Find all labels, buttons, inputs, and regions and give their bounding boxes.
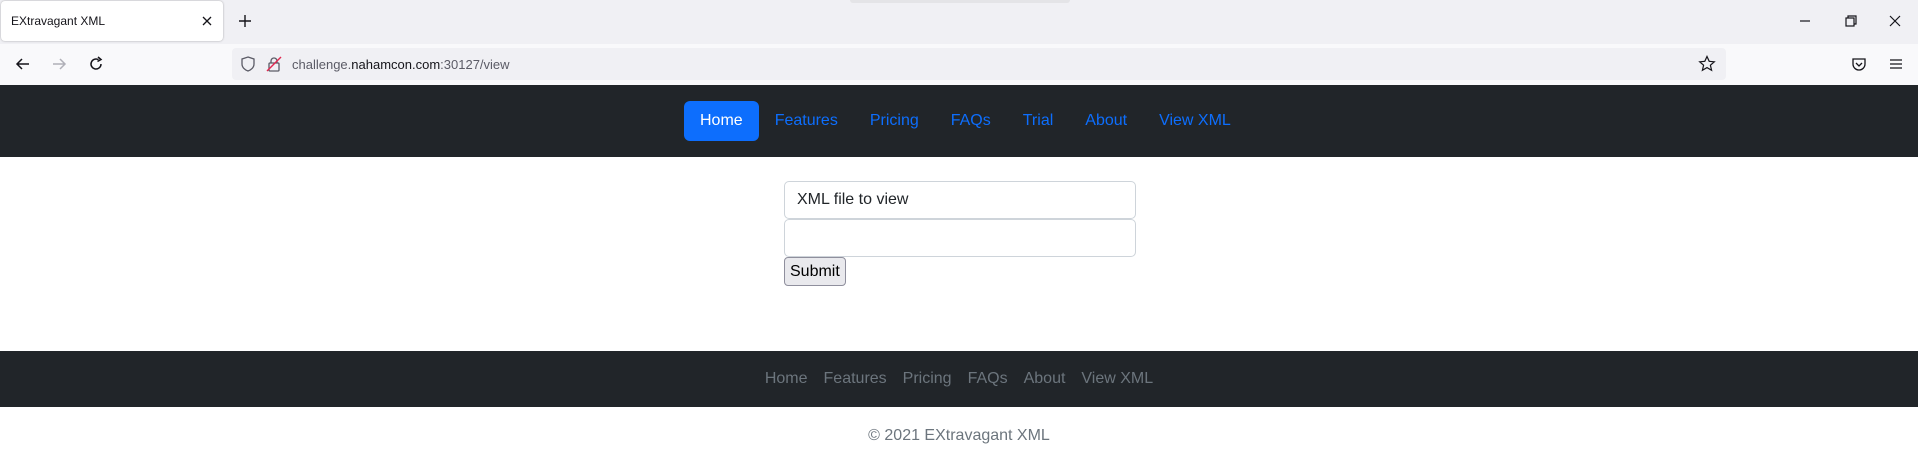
close-tab-icon[interactable] <box>199 13 215 29</box>
minimize-window-icon[interactable] <box>1796 12 1814 30</box>
restore-window-icon[interactable] <box>1842 12 1860 30</box>
close-window-icon[interactable] <box>1886 12 1904 30</box>
nav-link-trial[interactable]: Trial <box>1007 101 1070 141</box>
footer-link-faqs[interactable]: FAQs <box>960 370 1016 388</box>
submit-button[interactable]: Submit <box>784 257 846 286</box>
reload-icon[interactable] <box>86 54 106 74</box>
footer-link-view-xml[interactable]: View XML <box>1073 370 1161 388</box>
new-tab-icon[interactable] <box>236 12 254 30</box>
xml-file-label: XML file to view <box>784 181 1136 219</box>
menu-hamburger-icon[interactable] <box>1886 54 1906 74</box>
browser-tab-strip: EXtravagant XML <box>0 0 1918 44</box>
insecure-lock-icon[interactable] <box>266 56 282 72</box>
bookmark-star-icon[interactable] <box>1698 55 1716 73</box>
footer-links: Home Features Pricing FAQs About View XM… <box>0 351 1918 407</box>
footer-link-pricing[interactable]: Pricing <box>895 370 960 388</box>
footer-link-about[interactable]: About <box>1016 370 1074 388</box>
tabstrip-drag-region <box>850 0 1070 3</box>
forward-arrow-icon[interactable] <box>49 54 69 74</box>
footer-link-features[interactable]: Features <box>816 370 895 388</box>
page: EXtravagant XML challenge.nahamcon.com:3… <box>0 0 1918 458</box>
browser-tab[interactable]: EXtravagant XML <box>1 1 223 41</box>
site-navbar: Home Features Pricing FAQs Trial About V… <box>0 85 1918 157</box>
nav-link-home[interactable]: Home <box>684 101 759 141</box>
nav-link-view-xml[interactable]: View XML <box>1143 101 1247 141</box>
browser-toolbar: challenge.nahamcon.com:30127/view <box>0 44 1918 85</box>
nav-list: Home Features Pricing FAQs Trial About V… <box>684 101 1247 141</box>
back-arrow-icon[interactable] <box>13 54 33 74</box>
xml-file-input[interactable] <box>784 219 1136 257</box>
pocket-icon[interactable] <box>1849 54 1869 74</box>
tab-title: EXtravagant XML <box>11 14 106 28</box>
nav-link-pricing[interactable]: Pricing <box>854 101 935 141</box>
nav-link-faqs[interactable]: FAQs <box>935 101 1007 141</box>
xml-view-form: XML file to view Submit <box>784 181 1136 286</box>
url-prefix: challenge. <box>292 57 352 72</box>
footer-link-home[interactable]: Home <box>757 370 816 388</box>
url-bar[interactable]: challenge.nahamcon.com:30127/view <box>232 48 1726 80</box>
nav-link-features[interactable]: Features <box>759 101 854 141</box>
url-suffix: :30127/view <box>440 57 510 72</box>
copyright-text: © 2021 EXtravagant XML <box>868 427 1050 444</box>
site-footer: Home Features Pricing FAQs About View XM… <box>0 351 1918 407</box>
url-text[interactable]: challenge.nahamcon.com:30127/view <box>292 57 510 72</box>
nav-link-about[interactable]: About <box>1069 101 1143 141</box>
shield-icon[interactable] <box>240 56 256 72</box>
url-domain: nahamcon.com <box>351 57 441 72</box>
